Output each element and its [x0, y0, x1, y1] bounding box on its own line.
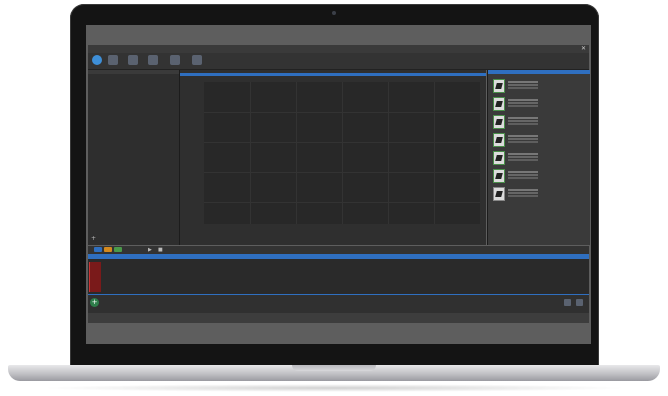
- chart-panel: [180, 70, 486, 245]
- sensor-icon: [493, 115, 505, 129]
- device-icon[interactable]: [108, 55, 118, 65]
- grid-line: [204, 172, 480, 173]
- device-list-item[interactable]: [493, 133, 583, 147]
- play-icon[interactable]: ▶: [148, 246, 152, 254]
- device-item-text: [508, 153, 538, 155]
- zoom-icon[interactable]: [564, 299, 571, 306]
- mode-chip[interactable]: [104, 247, 112, 252]
- laptop-screen-bezel: ✕ + ▶ ■ +: [70, 4, 599, 367]
- device-list-item[interactable]: [493, 115, 583, 129]
- right-panel: [487, 70, 590, 245]
- plot-area[interactable]: [204, 82, 480, 224]
- sensor-icon: [493, 187, 505, 201]
- home-icon[interactable]: [92, 55, 102, 65]
- device-item-text: [508, 135, 538, 137]
- grid-line: [204, 142, 480, 143]
- settings-icon[interactable]: [148, 55, 158, 65]
- device-list-item[interactable]: [493, 79, 583, 93]
- chart-panel-header-bar: [180, 73, 486, 76]
- left-panel-row[interactable]: [88, 76, 179, 78]
- device-list-item[interactable]: [493, 97, 583, 111]
- laptop-shadow: [40, 384, 628, 392]
- device-list-item[interactable]: [493, 151, 583, 165]
- person-icon[interactable]: [128, 55, 138, 65]
- sensor-icon: [493, 97, 505, 111]
- device-item-text: [508, 117, 538, 119]
- mode-chip[interactable]: [94, 247, 102, 252]
- left-panel: +: [88, 70, 180, 245]
- recording-clip[interactable]: [89, 262, 101, 292]
- export-icon[interactable]: [170, 55, 180, 65]
- sensor-icon: [493, 151, 505, 165]
- device-list-item[interactable]: [493, 187, 583, 201]
- device-item-text: [508, 81, 538, 83]
- ribbon-toolbar: [88, 53, 589, 70]
- timeline-footer: +: [88, 295, 589, 313]
- right-panel-header-bar: [488, 70, 590, 74]
- device-item-text: [508, 171, 538, 173]
- camera-icon: [332, 11, 336, 15]
- device-list-item[interactable]: [493, 169, 583, 183]
- stop-icon[interactable]: ■: [158, 246, 163, 254]
- sensor-icon: [493, 79, 505, 93]
- sensor-icon: [493, 169, 505, 183]
- window-titlebar: ✕: [88, 45, 589, 53]
- settings-icon[interactable]: [576, 299, 583, 306]
- sensor-icon: [493, 133, 505, 147]
- help-icon[interactable]: [192, 55, 202, 65]
- status-bar: [88, 313, 589, 323]
- device-item-text: [508, 99, 538, 101]
- device-item-text: [508, 189, 538, 191]
- screen: ✕ + ▶ ■ +: [86, 25, 591, 344]
- grid-line: [204, 202, 480, 203]
- laptop-opening-notch: [292, 365, 376, 371]
- mode-chip[interactable]: [114, 247, 122, 252]
- close-icon[interactable]: ✕: [581, 45, 586, 53]
- grid-line: [204, 112, 480, 113]
- add-icon[interactable]: +: [91, 235, 96, 242]
- timeline-track[interactable]: [88, 259, 589, 295]
- timeline-toolbar: ▶ ■: [88, 246, 589, 254]
- add-track-button[interactable]: +: [90, 298, 99, 307]
